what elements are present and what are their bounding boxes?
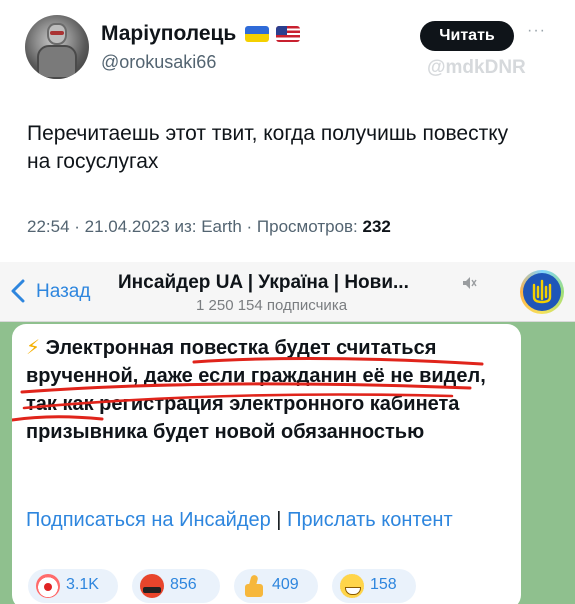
avatar[interactable] — [25, 15, 89, 79]
tweet-text: Перечитаешь этот твит, когда получишь по… — [27, 122, 509, 173]
watermark: @mdkDNR — [427, 57, 526, 78]
user-handle[interactable]: @orokusaki66 — [101, 52, 216, 73]
angry-face-icon — [140, 574, 164, 598]
telegram-channel-view: Назад Инсайдер UA | Україна | Нови... 1 … — [0, 262, 575, 604]
reaction-angry[interactable]: 856 — [132, 569, 220, 603]
subscribe-link[interactable]: Подписаться на Инсайдер — [26, 509, 271, 531]
message-text: ⚡ Электронная повестка будет считаться в… — [26, 334, 496, 446]
reaction-count: 856 — [170, 576, 197, 593]
reaction-count: 409 — [272, 576, 299, 593]
flag-usa-icon — [276, 26, 300, 42]
tweet-card: Маріуполець @orokusaki66 Читать ··· @mdk… — [0, 0, 575, 262]
more-options-icon[interactable]: ··· — [527, 23, 549, 42]
link-separator: | — [270, 509, 288, 531]
views-count[interactable]: 232 — [363, 217, 391, 236]
trident-icon — [532, 279, 552, 304]
tweet-meta: 22:54 · 21.04.2023 из: Earth · Просмотро… — [27, 217, 391, 237]
reaction-thumbs-up[interactable]: 409 — [234, 569, 318, 603]
message-body: Электронная повестка будет считаться вру… — [26, 337, 486, 443]
mute-icon — [463, 277, 477, 289]
message-links: Подписаться на Инсайдер | Прислать конте… — [26, 506, 496, 534]
message-bubble: ⚡ Электронная повестка будет считаться в… — [12, 324, 521, 604]
thumbs-up-icon — [242, 574, 266, 598]
channel-avatar[interactable] — [520, 270, 564, 314]
tweet-timestamp-source: 22:54 · 21.04.2023 из: Earth · Просмотро… — [27, 217, 363, 236]
channel-header: Назад Инсайдер UA | Україна | Нови... 1 … — [0, 262, 575, 322]
grinning-face-icon — [340, 574, 364, 598]
back-button[interactable]: Назад — [36, 281, 90, 303]
follow-button[interactable]: Читать — [420, 21, 514, 51]
clown-face-icon — [36, 574, 60, 598]
send-content-link[interactable]: Прислать контент — [287, 509, 453, 531]
display-name[interactable]: Маріуполець — [101, 22, 236, 46]
flag-ukraine-icon — [245, 26, 269, 42]
reaction-count: 3.1K — [66, 576, 99, 593]
lightning-icon: ⚡ — [26, 337, 41, 359]
reaction-clown[interactable]: 3.1K — [28, 569, 118, 603]
back-chevron-icon[interactable] — [10, 279, 26, 303]
reaction-grin[interactable]: 158 — [332, 569, 416, 603]
reaction-count: 158 — [370, 576, 397, 593]
channel-title[interactable]: Инсайдер UA | Україна | Нови... — [118, 272, 409, 294]
subscriber-count: 1 250 154 подписчика — [196, 297, 348, 314]
